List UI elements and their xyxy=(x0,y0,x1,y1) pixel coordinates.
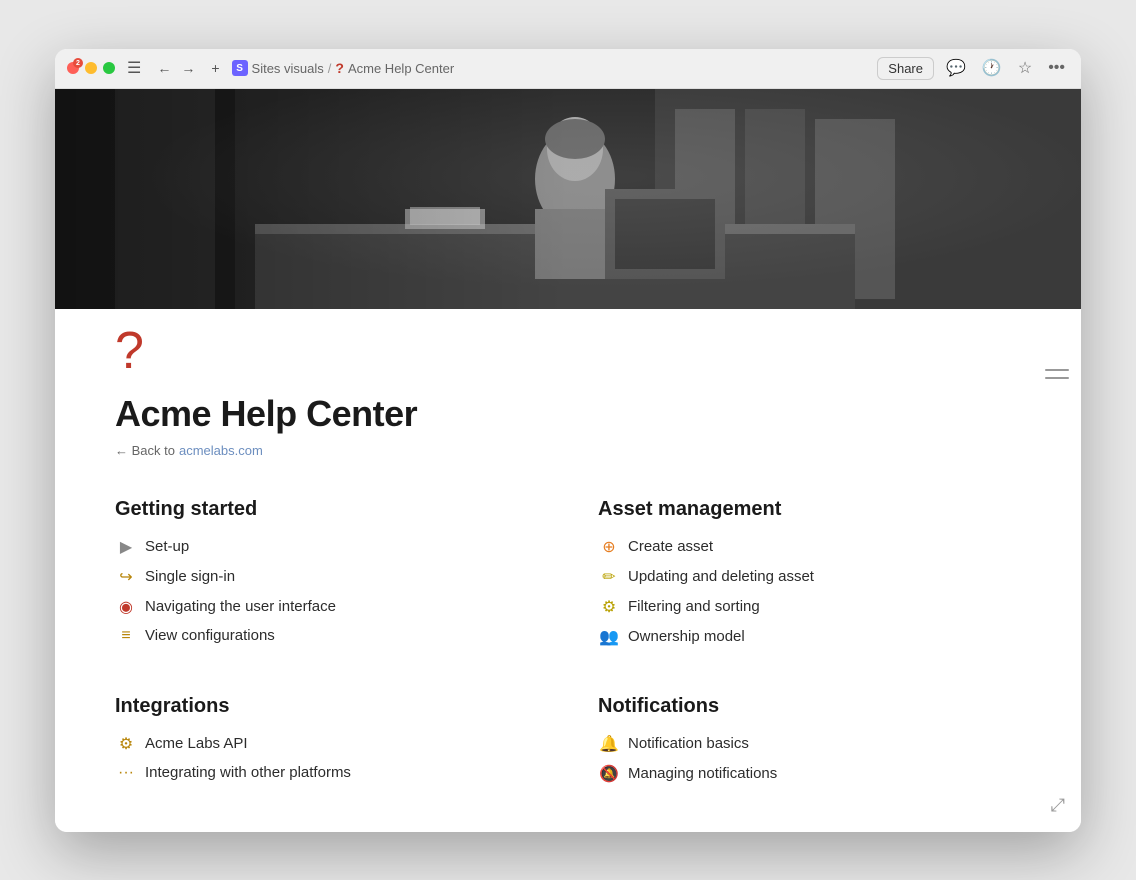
bookmark-button[interactable]: ☆ xyxy=(1014,54,1036,82)
link-label-navigating-ui: Navigating the user interface xyxy=(145,598,336,615)
link-label-managing-notifs: Managing notifications xyxy=(628,765,777,782)
section-asset-management: Asset management ⊕ Create asset ✏ Updating a… xyxy=(598,498,1021,647)
section-links-notifications: 🔔 Notification basics 🔕 Managing notificati… xyxy=(598,734,1021,784)
more-options-button[interactable]: ••• xyxy=(1044,55,1069,81)
back-link-url[interactable]: acmelabs.com xyxy=(179,443,263,458)
section-links-getting-started: ▶ Set-up ↪ Single sign-in ◉ Navigating the us… xyxy=(115,537,538,645)
history-button[interactable]: 🕐 xyxy=(978,54,1006,82)
new-tab-button[interactable]: + xyxy=(207,58,223,78)
link-label-update-delete: Updating and deleting asset xyxy=(628,568,814,585)
nav-arrows: ← → xyxy=(153,58,199,78)
section-title-asset-management: Asset management xyxy=(598,498,1021,521)
share-button[interactable]: Share xyxy=(877,57,934,80)
back-text: ← Back to xyxy=(115,443,175,458)
section-getting-started: Getting started ▶ Set-up ↪ Single sign-in ◉ Na… xyxy=(115,498,538,647)
minimize-button[interactable] xyxy=(85,62,97,74)
link-label-view-configs: View configurations xyxy=(145,627,275,644)
link-icon-view-configs: ≡ xyxy=(115,627,137,645)
maximize-button[interactable] xyxy=(103,62,115,74)
forward-button[interactable]: → xyxy=(177,58,199,78)
link-icon-single-sign-in: ↪ xyxy=(115,567,137,587)
breadcrumb-current-page: Acme Help Center xyxy=(348,61,454,76)
close-button[interactable]: 2 xyxy=(67,62,79,74)
link-icon-managing-notifs: 🔕 xyxy=(598,764,620,784)
link-label-notif-basics: Notification basics xyxy=(628,735,749,752)
toolbar-actions: Share 💬 🕐 ☆ ••• xyxy=(877,54,1069,82)
page-body: Acme Help Center ← Back to acmelabs.com … xyxy=(55,377,1081,832)
link-item-single-sign-in[interactable]: ↪ Single sign-in xyxy=(115,567,538,587)
link-icon-ownership: 👥 xyxy=(598,627,620,647)
link-item-other-platforms[interactable]: ··· Integrating with other platforms xyxy=(115,764,538,782)
page-icon: ? xyxy=(55,309,1081,377)
breadcrumb-question-icon: ? xyxy=(335,60,344,76)
link-icon-create-asset: ⊕ xyxy=(598,537,620,557)
link-icon-navigating-ui: ◉ xyxy=(115,597,137,617)
link-label-create-asset: Create asset xyxy=(628,538,713,555)
back-link: ← Back to acmelabs.com xyxy=(115,443,1021,458)
link-item-update-delete[interactable]: ✏ Updating and deleting asset xyxy=(598,567,1021,587)
link-label-filter-sort: Filtering and sorting xyxy=(628,598,760,615)
scroll-bar-1 xyxy=(1045,369,1069,371)
link-icon-acme-api: ⚙ xyxy=(115,734,137,754)
link-label-single-sign-in: Single sign-in xyxy=(145,568,235,585)
site-icon: S xyxy=(232,60,248,76)
link-item-navigating-ui[interactable]: ◉ Navigating the user interface xyxy=(115,597,538,617)
scroll-indicators xyxy=(1045,369,1069,379)
titlebar: 2 ☰ ← → + S Sites visuals / ? Acme Help … xyxy=(55,49,1081,89)
browser-window: 2 ☰ ← → + S Sites visuals / ? Acme Help … xyxy=(55,49,1081,832)
scroll-bar-2 xyxy=(1045,377,1069,379)
section-integrations: Integrations ⚙ Acme Labs API ··· Integrating… xyxy=(115,695,538,784)
traffic-lights: 2 xyxy=(67,62,115,74)
link-icon-filter-sort: ⚙ xyxy=(598,597,620,617)
notification-badge: 2 xyxy=(73,58,83,68)
page-title: Acme Help Center xyxy=(115,393,1021,435)
link-label-acme-api: Acme Labs API xyxy=(145,735,248,752)
section-title-notifications: Notifications xyxy=(598,695,1021,718)
comment-button[interactable]: 💬 xyxy=(942,54,970,82)
section-title-integrations: Integrations xyxy=(115,695,538,718)
link-item-set-up[interactable]: ▶ Set-up xyxy=(115,537,538,557)
link-label-other-platforms: Integrating with other platforms xyxy=(145,764,351,781)
link-item-filter-sort[interactable]: ⚙ Filtering and sorting xyxy=(598,597,1021,617)
link-item-acme-api[interactable]: ⚙ Acme Labs API xyxy=(115,734,538,754)
content-area: ? Acme Help Center ← Back to acmelabs.co… xyxy=(55,309,1081,832)
link-item-view-configs[interactable]: ≡ View configurations xyxy=(115,627,538,645)
link-label-ownership: Ownership model xyxy=(628,628,745,645)
back-button[interactable]: ← xyxy=(153,58,175,78)
sidebar-toggle-button[interactable]: ☰ xyxy=(123,56,145,80)
link-item-notif-basics[interactable]: 🔔 Notification basics xyxy=(598,734,1021,754)
section-notifications: Notifications 🔔 Notification basics 🔕 Managi… xyxy=(598,695,1021,784)
section-links-integrations: ⚙ Acme Labs API ··· Integrating with other … xyxy=(115,734,538,782)
breadcrumb-separator: / xyxy=(328,61,332,76)
breadcrumb: S Sites visuals / ? Acme Help Center xyxy=(232,60,870,76)
link-icon-notif-basics: 🔔 xyxy=(598,734,620,754)
move-icon: ⤢ xyxy=(1051,795,1065,816)
link-icon-update-delete: ✏ xyxy=(598,567,620,587)
hero-overlay xyxy=(55,89,1081,309)
link-label-set-up: Set-up xyxy=(145,538,189,555)
link-icon-set-up: ▶ xyxy=(115,537,137,557)
hero-image xyxy=(55,89,1081,309)
link-item-managing-notifs[interactable]: 🔕 Managing notifications xyxy=(598,764,1021,784)
section-links-asset-management: ⊕ Create asset ✏ Updating and deleting asse… xyxy=(598,537,1021,647)
link-item-create-asset[interactable]: ⊕ Create asset xyxy=(598,537,1021,557)
section-title-getting-started: Getting started xyxy=(115,498,538,521)
sections-grid: Getting started ▶ Set-up ↪ Single sign-in ◉ Na… xyxy=(115,498,1021,784)
breadcrumb-sites-visuals: Sites visuals xyxy=(252,61,324,76)
link-item-ownership[interactable]: 👥 Ownership model xyxy=(598,627,1021,647)
link-icon-other-platforms: ··· xyxy=(115,764,137,782)
